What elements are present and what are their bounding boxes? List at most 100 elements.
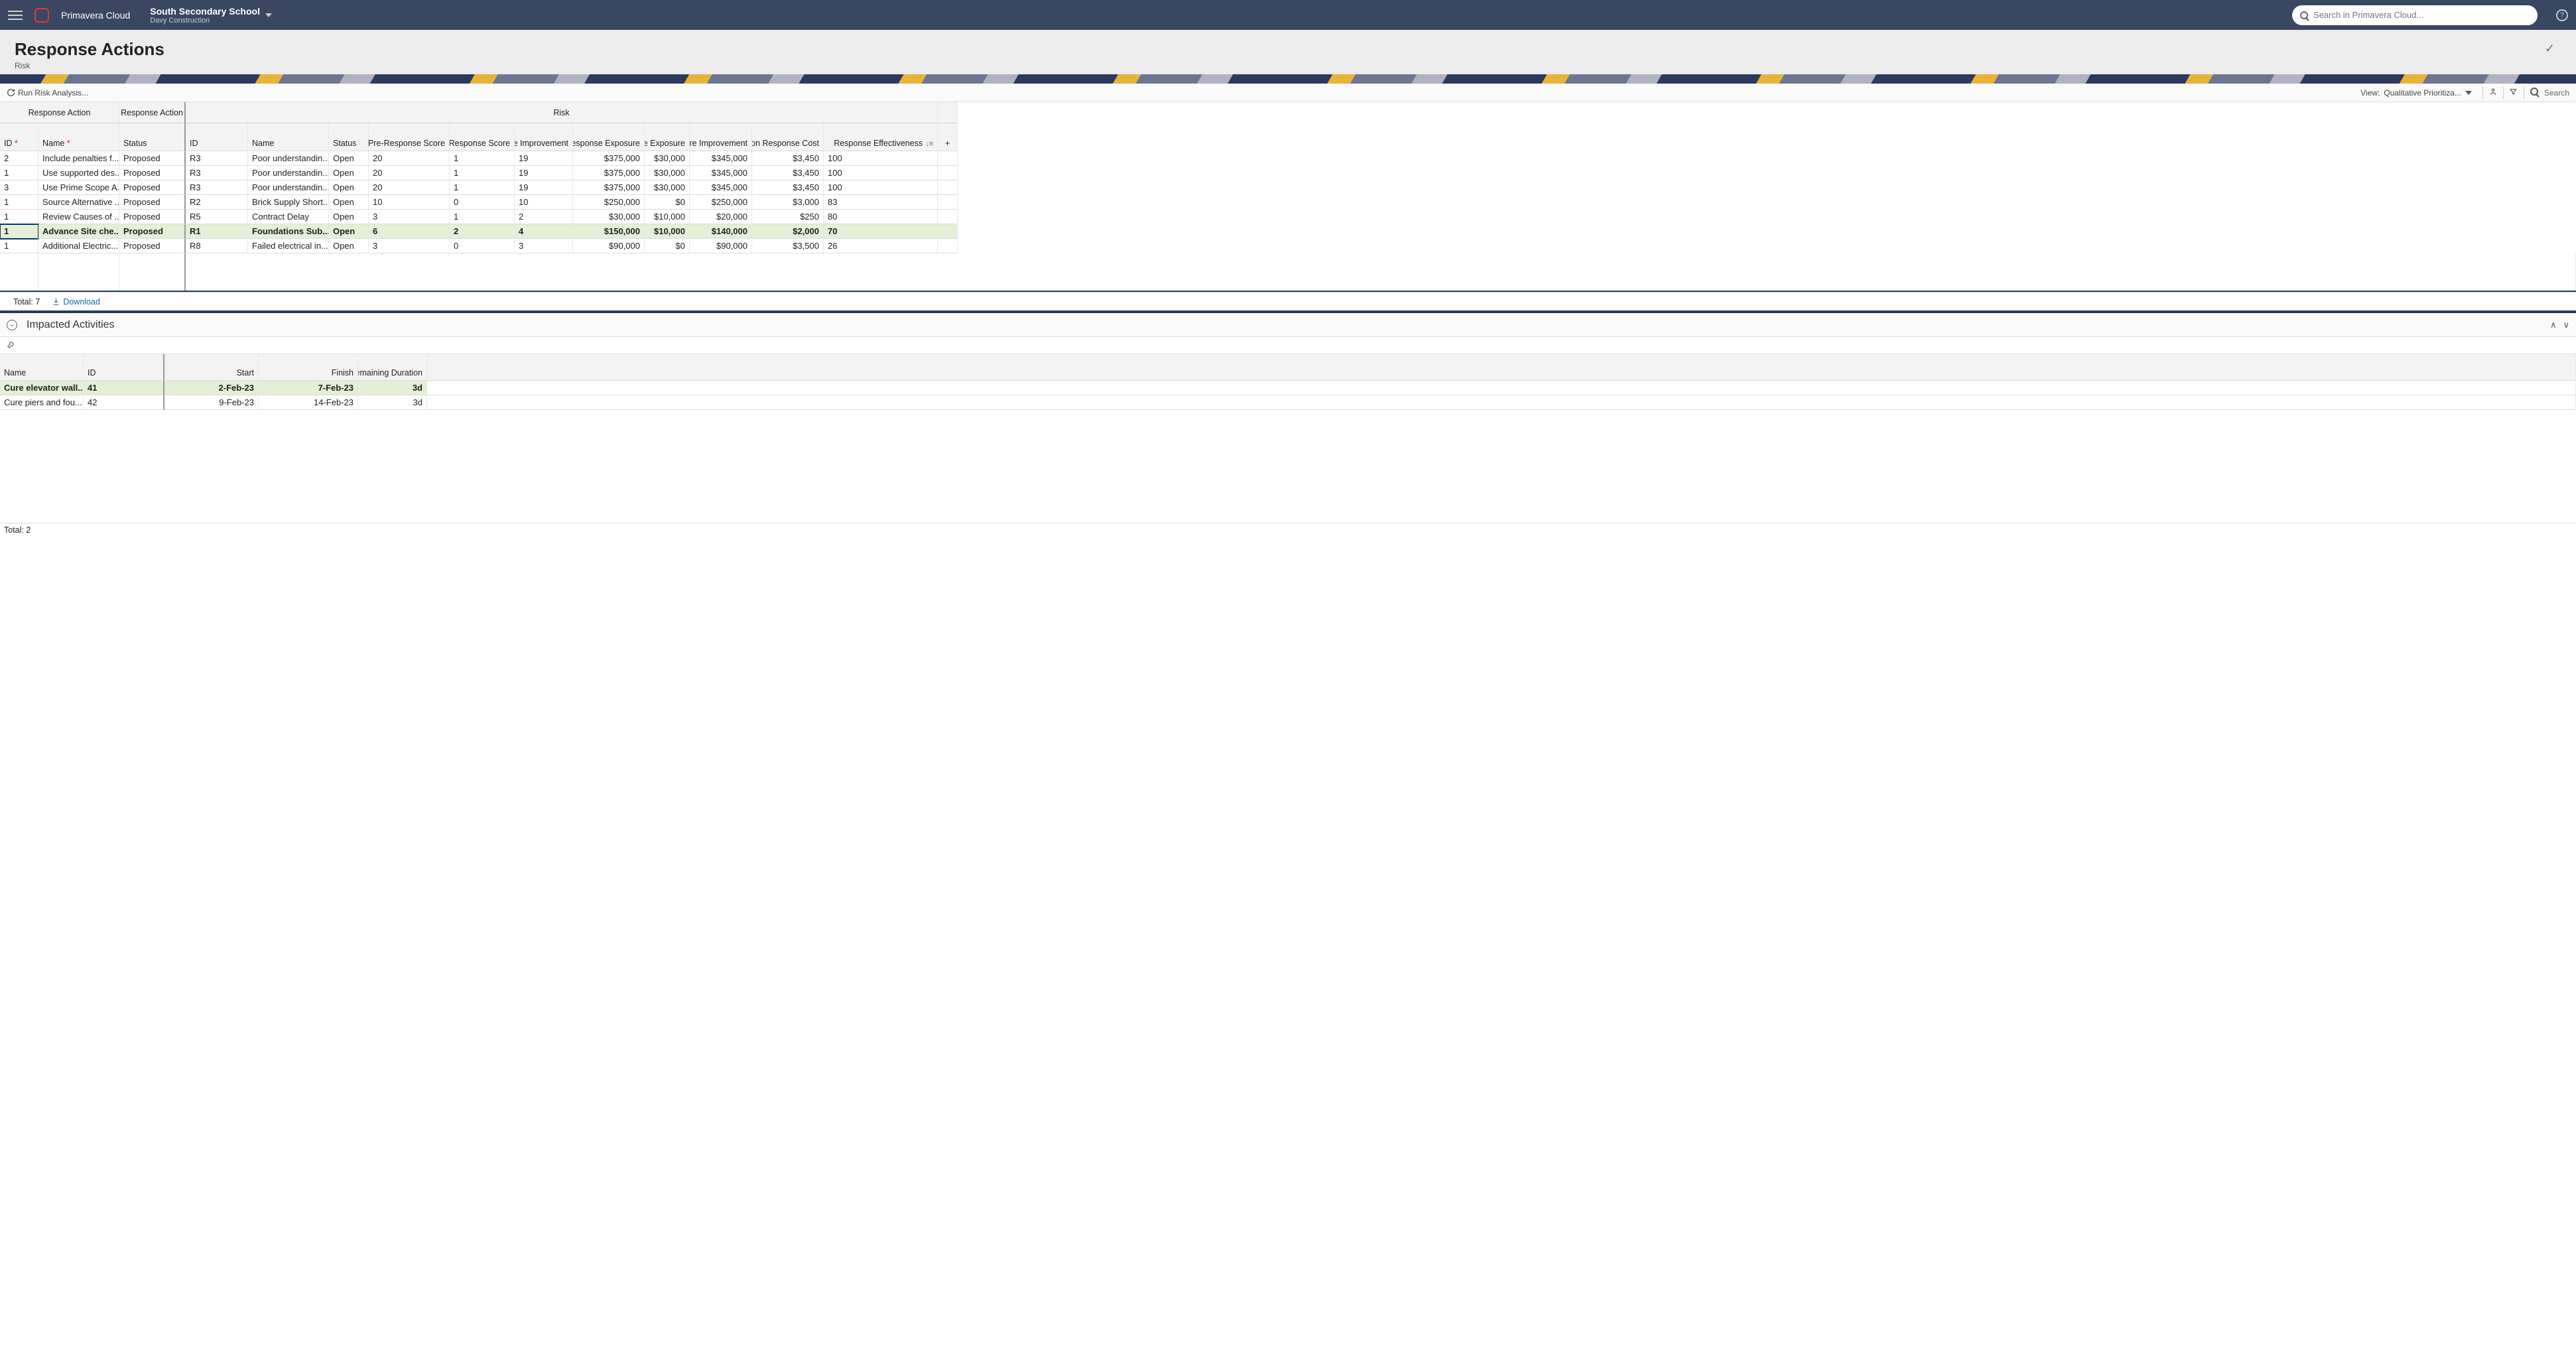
settings-icon[interactable] (2487, 87, 2499, 98)
table-cell[interactable]: 20 (369, 166, 450, 180)
table-cell[interactable] (427, 381, 2576, 395)
table-cell[interactable]: $2,000 (752, 224, 824, 239)
table-cell[interactable]: Advance Site che... (38, 224, 119, 239)
table-cell[interactable]: 3 (369, 239, 450, 253)
table-cell[interactable]: 41 (84, 381, 164, 395)
table-cell[interactable]: R5 (186, 210, 248, 224)
table-cell[interactable]: R3 (186, 180, 248, 195)
table-cell[interactable]: $30,000 (573, 210, 645, 224)
table-cell[interactable]: $375,000 (573, 180, 645, 195)
table-cell[interactable]: R3 (186, 166, 248, 180)
table-cell[interactable]: 80 (824, 210, 938, 224)
table-cell[interactable]: 1 (0, 195, 38, 210)
table-cell[interactable]: Use Prime Scope A... (38, 180, 119, 195)
table-cell[interactable]: 6 (369, 224, 450, 239)
table-cell[interactable]: $345,000 (690, 151, 752, 166)
table-cell[interactable]: 14-Feb-23 (259, 395, 358, 410)
table-cell[interactable]: 10 (369, 195, 450, 210)
col-name[interactable]: Name (38, 123, 119, 151)
table-cell[interactable]: 9-Feb-23 (164, 395, 259, 410)
table-cell[interactable]: $10,000 (645, 210, 690, 224)
view-selector[interactable]: View: Qualitative Prioritiza... (2360, 88, 2472, 98)
table-cell[interactable]: $10,000 (645, 224, 690, 239)
table-cell[interactable]: Proposed (119, 210, 186, 224)
table-cell[interactable]: $3,500 (752, 239, 824, 253)
download-button[interactable]: Download (52, 297, 100, 306)
table-cell[interactable]: 1 (450, 180, 515, 195)
table-cell[interactable] (938, 224, 958, 239)
table-cell[interactable]: 19 (515, 151, 573, 166)
table-cell[interactable]: Open (329, 210, 369, 224)
table-cell[interactable]: 100 (824, 180, 938, 195)
col-risk-status[interactable]: Status (329, 123, 369, 151)
table-cell[interactable]: $250,000 (690, 195, 752, 210)
table-cell[interactable]: 7-Feb-23 (259, 381, 358, 395)
table-cell[interactable]: Proposed (119, 195, 186, 210)
table-cell[interactable]: 2 (450, 224, 515, 239)
wrench-icon[interactable] (7, 340, 16, 351)
table-cell[interactable]: R3 (186, 151, 248, 166)
table-cell[interactable]: $3,450 (752, 151, 824, 166)
table-cell[interactable]: Proposed (119, 239, 186, 253)
table-cell[interactable]: $3,000 (752, 195, 824, 210)
table-cell[interactable] (427, 395, 2576, 410)
table-cell[interactable] (938, 180, 958, 195)
arrow-down-icon[interactable]: ∨ (2563, 320, 2569, 330)
table-cell[interactable]: 0 (450, 195, 515, 210)
table-cell[interactable]: R2 (186, 195, 248, 210)
col-risk-id[interactable]: ID (186, 123, 248, 151)
col-score-improvement[interactable]: Score Improvement (515, 123, 573, 151)
table-cell[interactable]: $140,000 (690, 224, 752, 239)
col-id[interactable]: ID (0, 123, 38, 151)
col-status[interactable]: Status (119, 123, 186, 151)
table-cell[interactable] (938, 166, 958, 180)
global-search[interactable] (2292, 5, 2538, 25)
collapse-icon[interactable]: ⌄ (7, 320, 17, 330)
table-cell[interactable]: $90,000 (690, 239, 752, 253)
table-cell[interactable]: 3 (0, 180, 38, 195)
col2-name[interactable]: Name (0, 354, 84, 381)
filter-icon[interactable] (2508, 88, 2520, 98)
table-cell[interactable]: Open (329, 195, 369, 210)
table-cell[interactable]: Contract Delay (248, 210, 329, 224)
table-cell[interactable]: $0 (645, 195, 690, 210)
col-total-completion-cost[interactable]: Total At Completion Response Cost (752, 123, 824, 151)
col2-start[interactable]: Start (164, 354, 259, 381)
table-cell[interactable]: $30,000 (645, 166, 690, 180)
table-cell[interactable] (938, 210, 958, 224)
table-cell[interactable]: Open (329, 239, 369, 253)
search-label[interactable]: Search (2544, 88, 2569, 98)
table-cell[interactable]: 26 (824, 239, 938, 253)
col-pre-score[interactable]: Project Pre-Response Score (369, 123, 450, 151)
col-post-exposure[interactable]: Post-Response Exposure (645, 123, 690, 151)
global-search-input[interactable] (2313, 10, 2530, 20)
arrow-up-icon[interactable]: ∧ (2550, 320, 2557, 330)
table-cell[interactable]: 1 (0, 224, 38, 239)
table-cell[interactable]: 2 (0, 151, 38, 166)
table-cell[interactable]: Proposed (119, 151, 186, 166)
table-cell[interactable]: 0 (450, 239, 515, 253)
col-post-score[interactable]: Project Post-Response Score (450, 123, 515, 151)
col2-id[interactable]: ID (84, 354, 164, 381)
table-cell[interactable]: 100 (824, 151, 938, 166)
table-cell[interactable]: $3,450 (752, 166, 824, 180)
table-cell[interactable]: Open (329, 166, 369, 180)
table-cell[interactable]: Open (329, 224, 369, 239)
run-risk-analysis-button[interactable]: Run Risk Analysis... (7, 88, 88, 98)
table-cell[interactable]: $30,000 (645, 151, 690, 166)
table-cell[interactable]: Review Causes of ... (38, 210, 119, 224)
table-cell[interactable]: Proposed (119, 166, 186, 180)
table-cell[interactable]: Foundations Sub... (248, 224, 329, 239)
table-cell[interactable]: 42 (84, 395, 164, 410)
table-cell[interactable]: 10 (515, 195, 573, 210)
table-cell[interactable]: 83 (824, 195, 938, 210)
table-cell[interactable]: Proposed (119, 180, 186, 195)
table-cell[interactable]: $30,000 (645, 180, 690, 195)
table-cell[interactable]: $3,450 (752, 180, 824, 195)
table-cell[interactable]: 3d (358, 395, 427, 410)
table-cell[interactable]: $375,000 (573, 151, 645, 166)
table-cell[interactable]: 3 (369, 210, 450, 224)
table-cell[interactable]: 70 (824, 224, 938, 239)
table-cell[interactable]: Cure elevator wall... (0, 381, 84, 395)
table-cell[interactable]: $345,000 (690, 166, 752, 180)
